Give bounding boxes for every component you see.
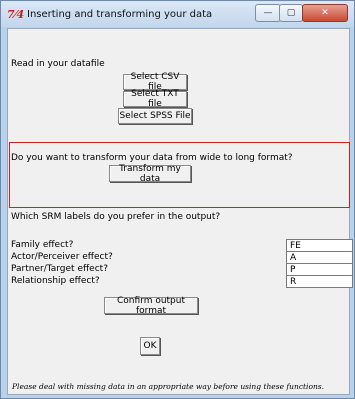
select-txt-button[interactable]: Select TXT file (123, 89, 187, 109)
partner-effect-label: Partner/Target effect? (11, 264, 108, 274)
select-spss-button[interactable]: Select SPSS File (118, 108, 192, 124)
actor-effect-label: Actor/Perceiver effect? (11, 252, 113, 262)
window-title: Inserting and transforming your data (27, 9, 213, 20)
srm-labels-question: Which SRM labels do you prefer in the ou… (11, 212, 221, 222)
title-bar[interactable]: 7⁄4 Inserting and transforming your data… (1, 1, 354, 27)
confirm-output-format-button[interactable]: Confirm output format (104, 296, 198, 316)
transform-data-button[interactable]: Transform my data (109, 164, 191, 184)
read-section-label: Read in your datafile (11, 59, 105, 69)
tk-feather-icon: 7⁄4 (7, 8, 25, 21)
family-effect-label: Family effect? (11, 240, 74, 250)
maximize-button[interactable]: ▢ (279, 4, 303, 22)
missing-data-footnote: Please deal with missing data in an appr… (12, 382, 325, 391)
app-window: 7⁄4 Inserting and transforming your data… (0, 0, 355, 399)
relationship-effect-field[interactable] (286, 275, 353, 288)
close-button[interactable]: ✕ (302, 4, 348, 22)
minimize-button[interactable]: — (255, 4, 281, 22)
select-csv-button[interactable]: Select CSV file (123, 72, 187, 92)
transform-question: Do you want to transform your data from … (11, 153, 293, 163)
ok-button[interactable]: OK (140, 337, 160, 355)
client-area: Read in your datafile Select CSV file Se… (7, 28, 353, 395)
relationship-effect-label: Relationship effect? (11, 276, 100, 286)
